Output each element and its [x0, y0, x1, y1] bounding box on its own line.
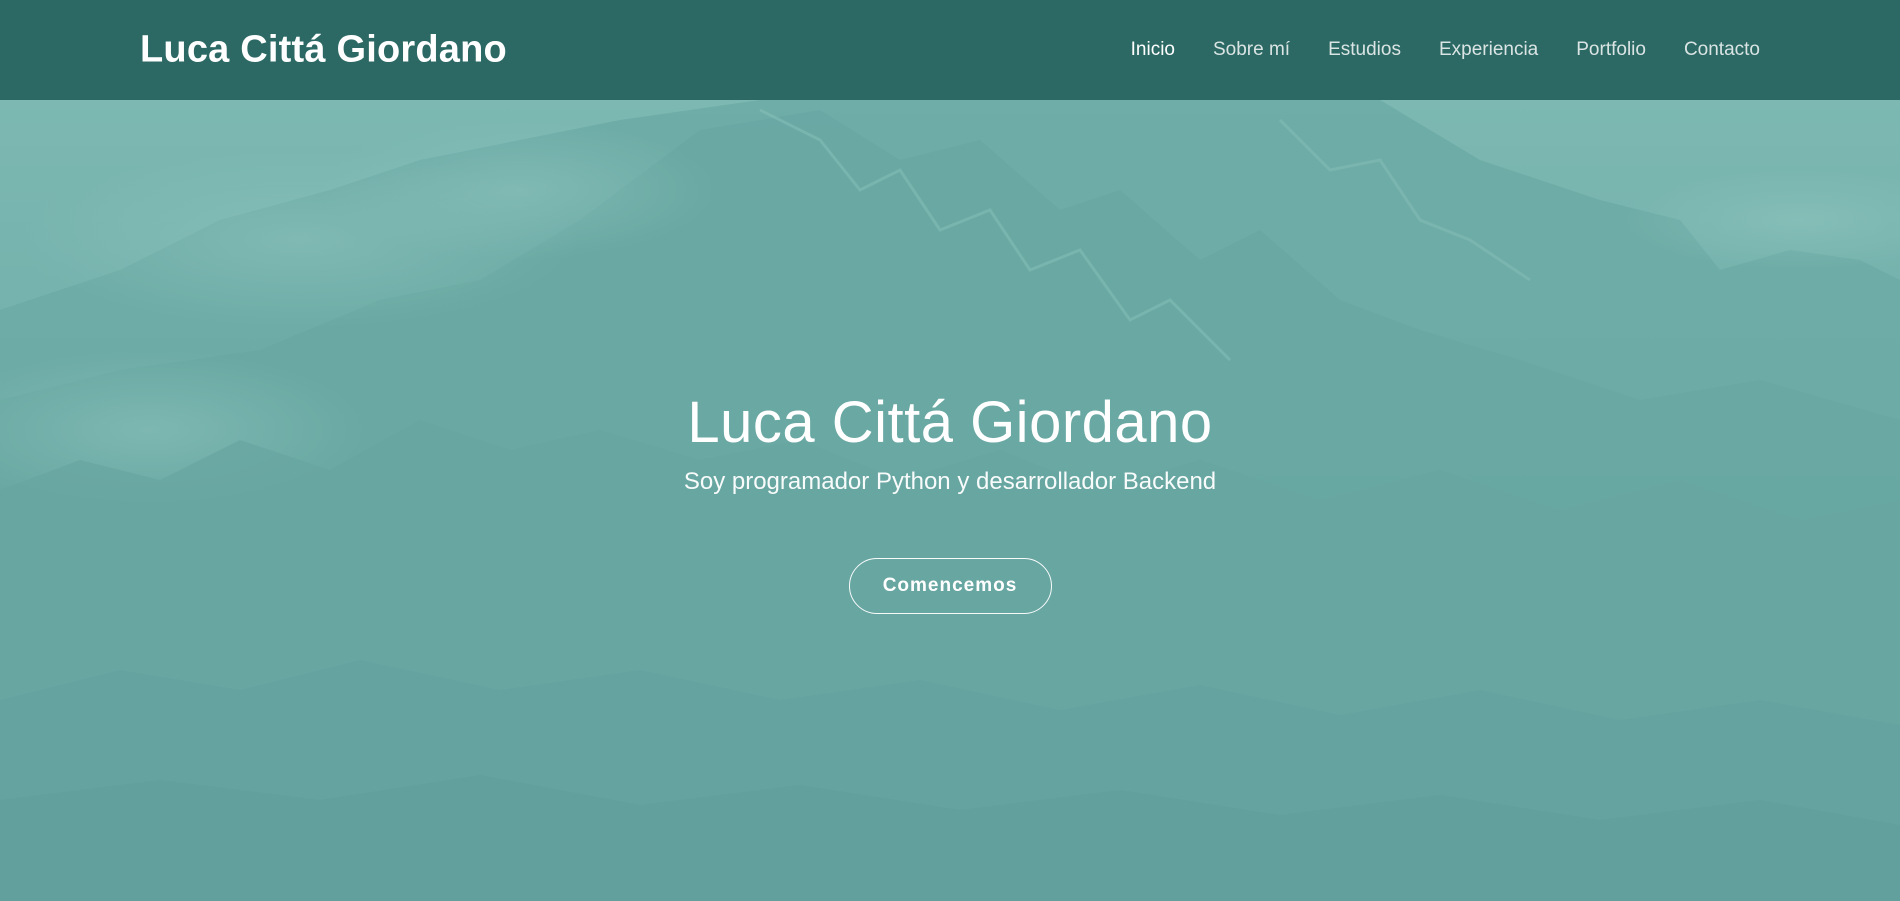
comencemos-button[interactable]: Comencemos: [848, 558, 1052, 614]
navbar: Luca Cittá Giordano Inicio Sobre mí Estu…: [0, 0, 1900, 100]
nav-link-portfolio[interactable]: Portfolio: [1576, 39, 1646, 61]
nav-link-experiencia[interactable]: Experiencia: [1439, 39, 1538, 61]
nav-link-inicio[interactable]: Inicio: [1131, 39, 1175, 61]
brand-link[interactable]: Luca Cittá Giordano: [140, 29, 507, 72]
hero-subtitle: Soy programador Python y desarrollador B…: [683, 468, 1217, 495]
nav-link-sobre-mi[interactable]: Sobre mí: [1213, 39, 1290, 61]
hero-section: Luca Cittá Giordano Soy programador Pyth…: [0, 100, 1900, 901]
nav-menu: Inicio Sobre mí Estudios Experiencia Por…: [1131, 39, 1760, 61]
nav-link-estudios[interactable]: Estudios: [1328, 39, 1401, 61]
hero-content: Luca Cittá Giordano Soy programador Pyth…: [0, 388, 1900, 614]
nav-link-contacto[interactable]: Contacto: [1684, 39, 1760, 61]
hero-title: Luca Cittá Giordano: [687, 390, 1213, 455]
